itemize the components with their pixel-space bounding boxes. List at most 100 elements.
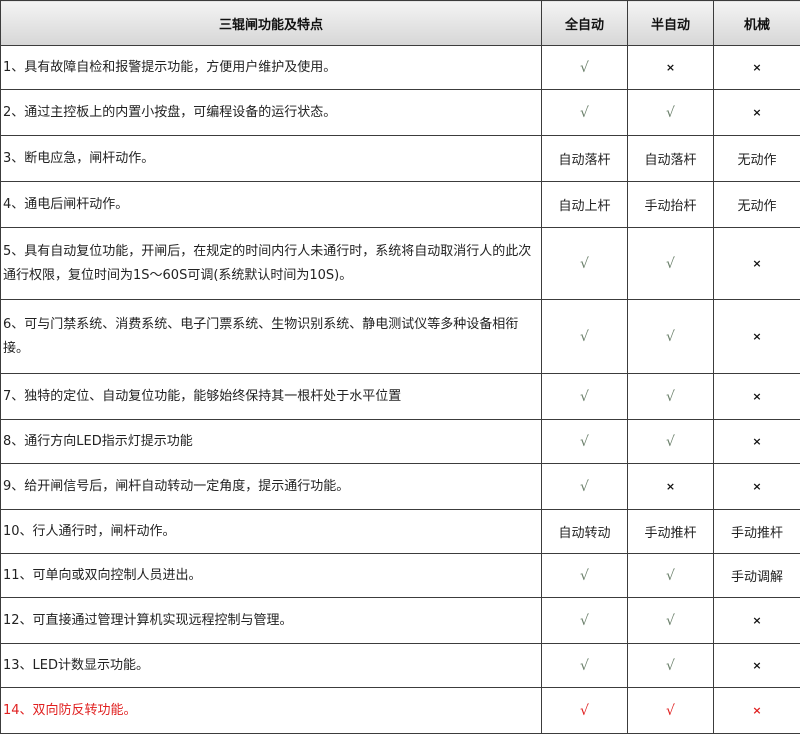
cell-mechanical: ×: [713, 299, 800, 374]
table-row: 8、通行方向LED指示灯提示功能 √ √ ×: [0, 419, 800, 464]
table-row: 11、可单向或双向控制人员进出。 √ √ 手动调解: [0, 553, 800, 598]
feature-description: 14、双向防反转功能。: [0, 687, 542, 734]
cross-mark-icon: ×: [752, 61, 762, 74]
cell-full-auto: √: [541, 643, 628, 688]
table-row: 13、LED计数显示功能。 √ √ ×: [0, 643, 800, 688]
cell-text: 自动转动: [558, 526, 611, 541]
cell-mechanical: ×: [713, 45, 800, 90]
cell-mechanical: 无动作: [713, 135, 800, 182]
cell-semi-auto: √: [627, 299, 714, 374]
cell-full-auto: √: [541, 227, 628, 300]
cell-mechanical: ×: [713, 373, 800, 420]
check-mark-icon: √: [666, 255, 675, 272]
cross-mark-icon: ×: [752, 704, 762, 717]
check-mark-icon: √: [580, 657, 589, 674]
cross-mark-icon: ×: [752, 390, 762, 403]
check-mark-icon: √: [580, 388, 589, 405]
check-mark-icon: √: [580, 255, 589, 272]
cross-mark-icon: ×: [752, 659, 762, 672]
feature-description: 9、给开闸信号后，闸杆自动转动一定角度，提示通行功能。: [0, 463, 542, 510]
check-mark-icon: √: [666, 104, 675, 121]
cell-semi-auto: ×: [627, 463, 714, 510]
cell-mechanical: ×: [713, 463, 800, 510]
feature-description: 13、LED计数显示功能。: [0, 643, 542, 688]
feature-description: 11、可单向或双向控制人员进出。: [0, 553, 542, 598]
cell-semi-auto: 手动推杆: [627, 509, 714, 554]
cell-mechanical: ×: [713, 687, 800, 734]
cross-mark-icon: ×: [752, 330, 762, 343]
cell-full-auto: √: [541, 89, 628, 136]
cell-text: 手动调解: [730, 570, 783, 585]
cross-mark-icon: ×: [665, 480, 676, 493]
table-body: 1、具有故障自检和报警提示功能，方便用户维护及使用。 √ × × 2、通过主控板上的内置…: [0, 45, 800, 734]
check-mark-icon: √: [580, 433, 589, 450]
check-mark-icon: √: [580, 59, 589, 76]
check-mark-icon: √: [666, 657, 675, 674]
cell-mechanical: ×: [713, 643, 800, 688]
cell-full-auto: 自动上杆: [541, 181, 628, 228]
feature-description: 5、具有自动复位功能，开闸后，在规定的时间内行人未通行时，系统将自动取消行人的此…: [0, 227, 542, 300]
cell-text: 自动落杆: [558, 153, 611, 168]
table-row: 12、可直接通过管理计算机实现远程控制与管理。 √ √ ×: [0, 597, 800, 644]
check-mark-icon: √: [666, 433, 675, 450]
cell-semi-auto: √: [627, 227, 714, 300]
cross-mark-icon: ×: [752, 106, 762, 119]
cell-semi-auto: √: [627, 643, 714, 688]
table-row: 9、给开闸信号后，闸杆自动转动一定角度，提示通行功能。 √ × ×: [0, 463, 800, 510]
check-mark-icon: √: [666, 702, 675, 719]
check-mark-icon: √: [666, 388, 675, 405]
feature-description: 6、可与门禁系统、消费系统、电子门票系统、生物识别系统、静电测试仪等多种设备相衔…: [0, 299, 542, 374]
feature-description: 10、行人通行时，闸杆动作。: [0, 509, 542, 554]
feature-description: 7、独特的定位、自动复位功能，能够始终保持其一根杆处于水平位置: [0, 373, 542, 420]
cell-full-auto: √: [541, 419, 628, 464]
table-header-row: 三辊闸功能及特点 全自动 半自动 机械: [0, 0, 800, 46]
table-row: 1、具有故障自检和报警提示功能，方便用户维护及使用。 √ × ×: [0, 45, 800, 90]
cell-semi-auto: √: [627, 89, 714, 136]
feature-description: 8、通行方向LED指示灯提示功能: [0, 419, 542, 464]
cell-mechanical: 无动作: [713, 181, 800, 228]
feature-description: 4、通电后闸杆动作。: [0, 181, 542, 228]
cross-mark-icon: ×: [752, 480, 762, 493]
check-mark-icon: √: [580, 478, 589, 495]
table-row: 10、行人通行时，闸杆动作。 自动转动 手动推杆 手动推杆: [0, 509, 800, 554]
cell-text: 手动抬杆: [644, 199, 697, 214]
cell-text: 手动推杆: [644, 526, 697, 541]
cell-semi-auto: √: [627, 419, 714, 464]
table-row: 7、独特的定位、自动复位功能，能够始终保持其一根杆处于水平位置 √ √ ×: [0, 373, 800, 420]
table-row: 2、通过主控板上的内置小按盘，可编程设备的运行状态。 √ √ ×: [0, 89, 800, 136]
cell-full-auto: √: [541, 597, 628, 644]
cell-text: 无动作: [737, 199, 777, 214]
table-row: 14、双向防反转功能。 √ √ ×: [0, 687, 800, 734]
check-mark-icon: √: [580, 104, 589, 121]
check-mark-icon: √: [580, 328, 589, 345]
cross-mark-icon: ×: [752, 435, 762, 448]
cell-mechanical: 手动推杆: [713, 509, 800, 554]
header-mechanical: 机械: [713, 0, 800, 46]
cell-full-auto: √: [541, 299, 628, 374]
cell-full-auto: √: [541, 45, 628, 90]
cell-text: 自动上杆: [558, 199, 611, 214]
cell-text: 无动作: [737, 153, 777, 168]
cell-mechanical: ×: [713, 597, 800, 644]
feature-comparison-table: 三辊闸功能及特点 全自动 半自动 机械 1、具有故障自检和报警提示功能，方便用户…: [0, 0, 800, 734]
check-mark-icon: √: [666, 328, 675, 345]
cell-text: 手动推杆: [730, 526, 783, 541]
cell-full-auto: 自动转动: [541, 509, 628, 554]
feature-description: 1、具有故障自检和报警提示功能，方便用户维护及使用。: [0, 45, 542, 90]
header-feature: 三辊闸功能及特点: [0, 0, 542, 46]
table-row: 5、具有自动复位功能，开闸后，在规定的时间内行人未通行时，系统将自动取消行人的此…: [0, 227, 800, 300]
table-row: 6、可与门禁系统、消费系统、电子门票系统、生物识别系统、静电测试仪等多种设备相衔…: [0, 299, 800, 374]
cell-full-auto: 自动落杆: [541, 135, 628, 182]
cell-semi-auto: √: [627, 373, 714, 420]
cell-semi-auto: ×: [627, 45, 714, 90]
cross-mark-icon: ×: [752, 614, 762, 627]
header-semi-auto: 半自动: [627, 0, 714, 46]
cross-mark-icon: ×: [752, 257, 762, 270]
page: 三辊闸功能及特点 全自动 半自动 机械 1、具有故障自检和报警提示功能，方便用户…: [0, 0, 800, 734]
check-mark-icon: √: [580, 612, 589, 629]
cell-text: 自动落杆: [644, 153, 697, 168]
check-mark-icon: √: [666, 567, 675, 584]
cell-full-auto: √: [541, 553, 628, 598]
cell-mechanical: ×: [713, 419, 800, 464]
cell-mechanical: ×: [713, 227, 800, 300]
